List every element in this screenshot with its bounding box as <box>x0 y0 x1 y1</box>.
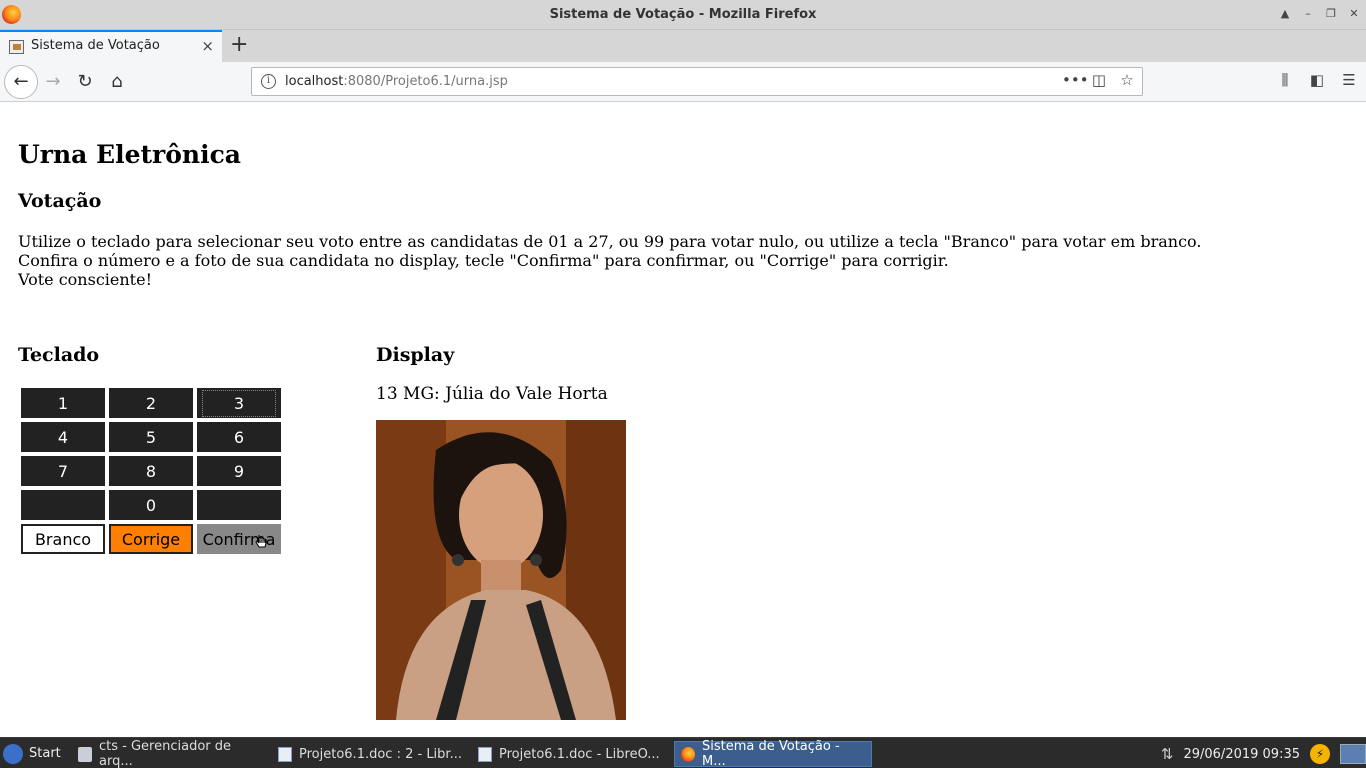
taskbar-item-file-manager[interactable]: cts - Gerenciador de arq... <box>72 739 270 768</box>
window-close-button[interactable]: ✕ <box>1346 6 1362 22</box>
instruction-line-3: Vote consciente! <box>18 270 152 289</box>
clock[interactable]: 29/06/2019 09:35 <box>1183 747 1300 762</box>
corrige-button[interactable]: Corrige <box>109 524 193 554</box>
pocket-icon[interactable]: ◫ <box>1090 71 1108 89</box>
candidate-photo <box>376 420 626 720</box>
key-4[interactable]: 4 <box>21 422 105 452</box>
url-host: localhost <box>285 74 344 89</box>
key-7[interactable]: 7 <box>21 456 105 486</box>
sidebar-icon[interactable]: ◧ <box>1308 71 1326 89</box>
start-logo-icon <box>3 743 23 764</box>
candidate-photo-illustration <box>376 420 626 720</box>
window-controls: ▲ – ❐ ✕ <box>1277 6 1362 22</box>
site-info-icon[interactable]: i <box>261 74 276 89</box>
firefox-icon <box>681 746 695 762</box>
reload-button[interactable]: ↻ <box>70 67 100 97</box>
taskbar-item-label: Projeto6.1.doc : 2 - Libr... <box>299 746 462 762</box>
document-icon <box>478 746 492 762</box>
home-button[interactable]: ⌂ <box>102 67 132 97</box>
window-titlebar: Sistema de Votação - Mozilla Firefox ▲ –… <box>0 0 1366 30</box>
bookmark-star-icon[interactable]: ☆ <box>1118 71 1136 89</box>
instruction-line-1: Utilize o teclado para selecionar seu vo… <box>18 232 1202 251</box>
taskbar-item-firefox[interactable]: Sistema de Votação - M... <box>674 739 872 768</box>
key-0[interactable]: 0 <box>109 490 193 520</box>
network-icon[interactable]: ⇅ <box>1161 745 1174 763</box>
show-desktop-icon[interactable] <box>1340 744 1366 764</box>
key-6[interactable]: 6 <box>197 422 281 452</box>
tab-label: Sistema de Votação <box>31 38 160 53</box>
instruction-line-2: Confira o número e a foto de sua candida… <box>18 251 949 270</box>
key-3-label: 3 <box>201 389 277 417</box>
taskbar-item-libreoffice-2[interactable]: Projeto6.1.doc - LibreO... <box>472 741 668 767</box>
taskbar-item-label: Projeto6.1.doc - LibreO... <box>499 746 660 762</box>
key-3[interactable]: 3 <box>197 388 281 418</box>
taskbar-item-libreoffice-1[interactable]: Projeto6.1.doc : 2 - Libr... <box>272 741 468 767</box>
candidate-label: 13 MG: Júlia do Vale Horta <box>376 384 608 404</box>
forward-button[interactable]: → <box>38 67 68 97</box>
start-label: Start <box>29 746 61 761</box>
taskbar: Start cts - Gerenciador de arq... Projet… <box>0 737 1366 768</box>
instructions: Utilize o teclado para selecionar seu vo… <box>18 232 1201 289</box>
menu-icon[interactable]: ☰ <box>1340 71 1358 89</box>
window-shade-button[interactable]: ▲ <box>1277 6 1293 22</box>
url-path: :8080/Projeto6.1/urna.jsp <box>343 74 508 89</box>
library-icon[interactable]: ⫼ <box>1276 71 1294 89</box>
url-actions: ••• ◫ ☆ <box>1062 71 1136 89</box>
page-favicon-icon <box>9 40 24 54</box>
votacao-heading: Votação <box>18 190 102 212</box>
tab-strip: Sistema de Votação × + <box>0 30 1366 62</box>
page-title: Urna Eletrônica <box>18 140 241 169</box>
navigation-toolbar: ← → ↻ ⌂ i localhost:8080/Projeto6.1/urna… <box>0 62 1366 102</box>
key-blank-left[interactable] <box>21 490 105 520</box>
key-5[interactable]: 5 <box>109 422 193 452</box>
key-1[interactable]: 1 <box>21 388 105 418</box>
taskbar-item-label: Sistema de Votação - M... <box>702 739 840 768</box>
folder-icon <box>78 746 92 762</box>
teclado-heading: Teclado <box>18 344 100 366</box>
window-maximize-button[interactable]: ❐ <box>1323 6 1339 22</box>
branco-button[interactable]: Branco <box>21 524 105 554</box>
confirma-button[interactable]: Confirma <box>197 524 281 554</box>
keypad: 1 2 3 4 5 6 7 8 9 0 Branco Corrige Confi… <box>19 386 283 556</box>
system-tray: ⇅ 29/06/2019 09:35 ⚡ <box>1161 741 1366 767</box>
key-9[interactable]: 9 <box>197 456 281 486</box>
start-button[interactable]: Start <box>3 741 61 766</box>
taskbar-item-label: cts - Gerenciador de arq... <box>99 739 231 768</box>
toolbar-right-buttons: ⫼ ◧ ☰ <box>1276 71 1358 89</box>
tab-sistema-de-votacao[interactable]: Sistema de Votação × <box>0 30 222 62</box>
tab-close-icon[interactable]: × <box>201 37 214 55</box>
hand-cursor-icon <box>255 535 267 548</box>
key-8[interactable]: 8 <box>109 456 193 486</box>
display-heading: Display <box>376 344 455 366</box>
page-actions-icon[interactable]: ••• <box>1062 71 1089 89</box>
new-tab-button[interactable]: + <box>230 32 248 58</box>
key-2[interactable]: 2 <box>109 388 193 418</box>
power-icon[interactable]: ⚡ <box>1310 744 1330 764</box>
document-icon <box>278 746 292 762</box>
url-bar[interactable]: i localhost:8080/Projeto6.1/urna.jsp •••… <box>251 67 1143 96</box>
page-content: Urna Eletrônica Votação Utilize o teclad… <box>0 103 1366 737</box>
window-title: Sistema de Votação - Mozilla Firefox <box>549 7 817 22</box>
url-text[interactable]: localhost:8080/Projeto6.1/urna.jsp <box>285 74 508 89</box>
back-button[interactable]: ← <box>4 65 38 99</box>
window-minimize-button[interactable]: – <box>1300 6 1316 22</box>
key-blank-right[interactable] <box>197 490 281 520</box>
